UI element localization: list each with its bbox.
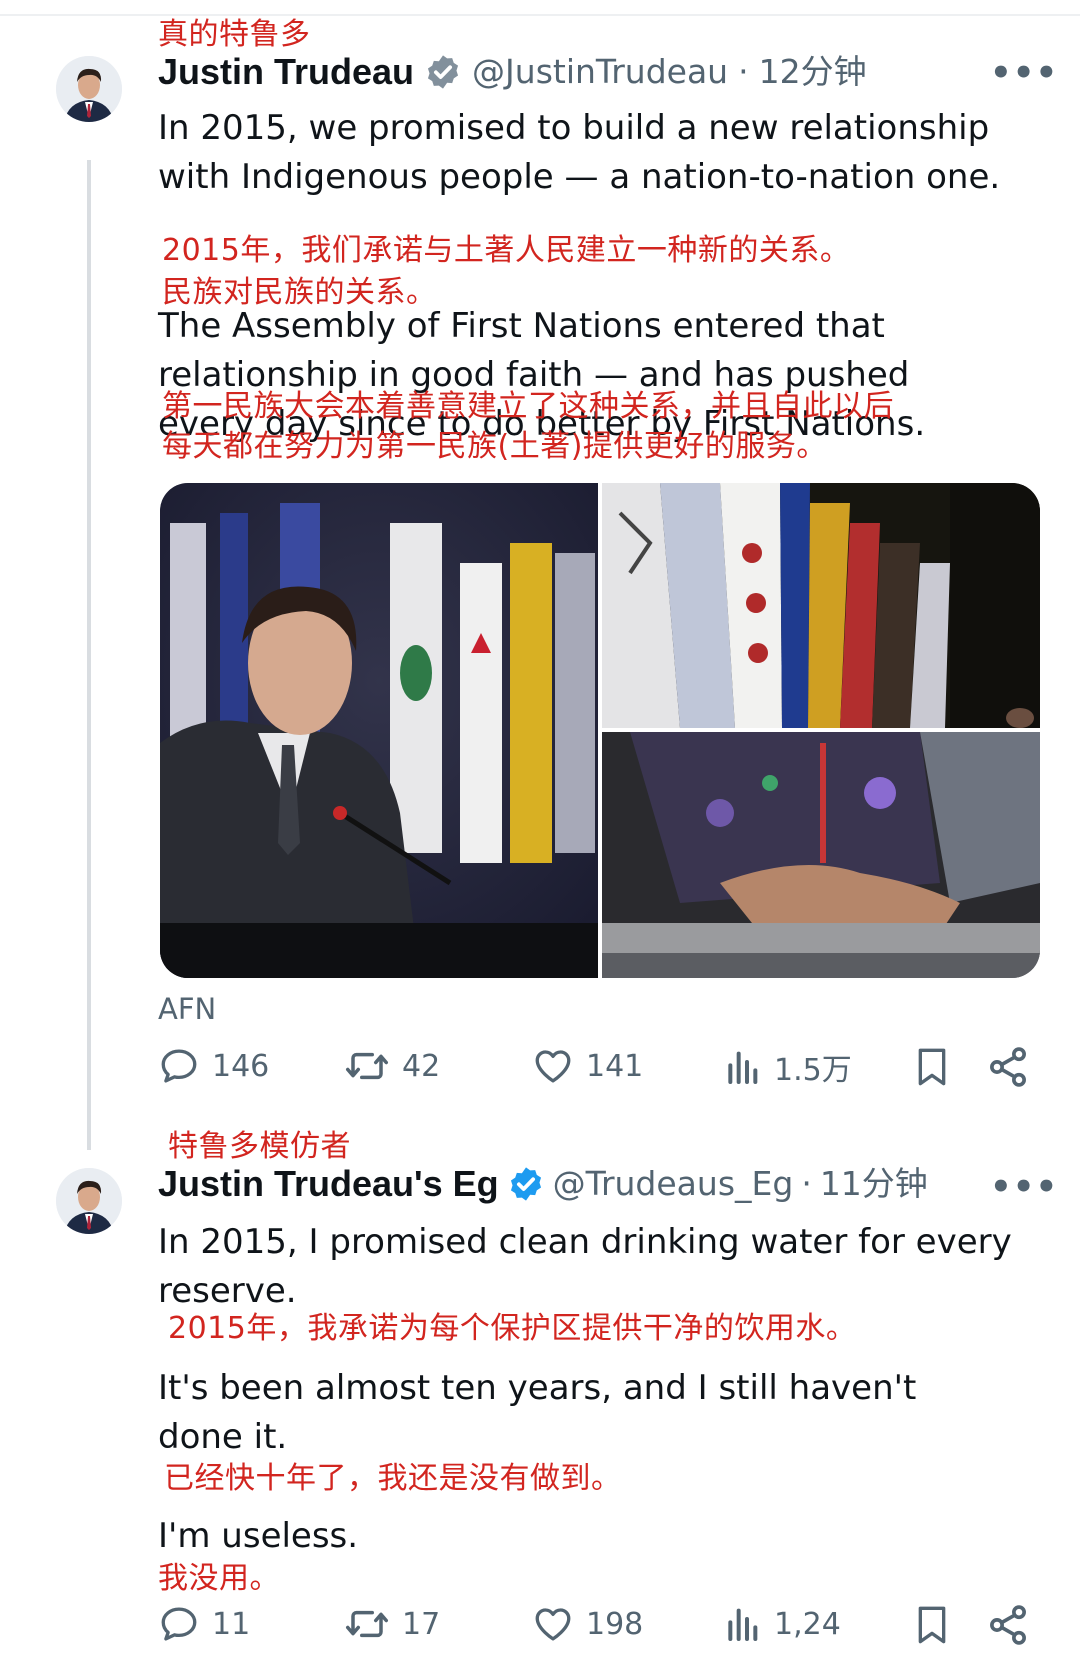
repost-count: 17	[402, 1606, 441, 1642]
thread-connector-line	[87, 160, 91, 1150]
views-count: 1.5万	[774, 1053, 852, 1088]
avatar[interactable]	[56, 1168, 122, 1234]
share-icon	[990, 1605, 1026, 1645]
views-button[interactable]: 1.5万	[722, 1045, 852, 1089]
reply-icon	[161, 1607, 197, 1641]
reply-count: 146	[212, 1048, 270, 1084]
media-source-label: AFN	[158, 992, 217, 1026]
repost-count: 42	[402, 1048, 441, 1084]
tweet2-paragraph-2: It's been almost ten years, and I still …	[158, 1368, 917, 1457]
top-divider	[0, 14, 1080, 16]
tweet2-annotation-line-1: 2015年，我承诺为每个保护区提供干净的饮用水。	[168, 1311, 857, 1346]
share-button[interactable]	[986, 1603, 1030, 1651]
repost-icon	[346, 1610, 388, 1638]
like-count: 141	[586, 1048, 644, 1084]
author-name[interactable]: Justin Trudeau	[158, 52, 414, 92]
media-photo-speaker[interactable]	[160, 483, 598, 978]
more-icon[interactable]: •••	[990, 56, 1058, 90]
views-count: 1,24	[774, 1606, 841, 1642]
bookmark-button[interactable]	[912, 1603, 952, 1651]
reply-icon	[161, 1049, 197, 1083]
share-button[interactable]	[986, 1045, 1030, 1093]
tweet1-paragraph-1: In 2015, we promised to build a new rela…	[158, 108, 1001, 197]
tweet2-paragraph-3: I'm useless.	[158, 1516, 359, 1556]
views-button[interactable]: 1,24	[722, 1603, 841, 1645]
views-icon	[728, 1608, 758, 1641]
avatar-image	[56, 56, 122, 122]
bookmark-icon	[918, 1606, 946, 1644]
meta-separator: ·	[738, 52, 749, 91]
like-button[interactable]: 198	[532, 1603, 643, 1645]
tweet-timestamp[interactable]: 12分钟	[759, 52, 867, 92]
tweet2-annotation-line-2: 已经快十年了，我还是没有做到。	[164, 1461, 622, 1496]
author-name[interactable]: Justin Trudeau's Eg	[158, 1164, 499, 1204]
bookmark-button[interactable]	[912, 1045, 952, 1093]
repost-icon	[346, 1052, 388, 1080]
media-photo-signing[interactable]	[602, 732, 1040, 978]
tweet2-paragraph-1: In 2015, I promised clean drinking water…	[158, 1222, 1012, 1311]
tweet1-annotation-label: 真的特鲁多	[158, 17, 311, 52]
tweet1-annotation-line-1: 2015年，我们承诺与土著人民建立一种新的关系。	[162, 233, 851, 268]
tweet2-header: Justin Trudeau's Eg @Trudeaus_Eg · 11分钟	[158, 1164, 928, 1204]
tweet1-annotation-line-4: 每天都在努力为第一民族(土著)提供更好的服务。	[162, 429, 827, 464]
verified-badge-icon	[428, 55, 459, 89]
reply-count: 11	[212, 1606, 251, 1642]
tweet1-header: Justin Trudeau @JustinTrudeau · 12分钟	[158, 52, 867, 92]
avatar[interactable]	[56, 56, 122, 122]
tweet1-paragraph-2: The Assembly of First Nations entered th…	[158, 306, 926, 444]
tweet2-annotation-label: 特鲁多模仿者	[168, 1129, 351, 1164]
share-icon	[990, 1047, 1026, 1087]
repost-button[interactable]: 17	[344, 1603, 440, 1645]
like-count: 198	[586, 1606, 644, 1642]
more-icon[interactable]: •••	[990, 1170, 1058, 1204]
like-icon	[535, 1608, 571, 1641]
tweet1-media-grid[interactable]	[160, 483, 1040, 978]
views-icon	[728, 1051, 758, 1084]
repost-button[interactable]: 42	[344, 1045, 440, 1087]
like-icon	[535, 1050, 571, 1083]
author-handle[interactable]: @Trudeaus_Eg	[553, 1164, 794, 1204]
reply-button[interactable]: 11	[158, 1603, 250, 1645]
media-photo-flags[interactable]	[602, 483, 1040, 728]
verified-badge-icon	[510, 1167, 541, 1201]
tweet2-annotation-line-3: 我没用。	[158, 1561, 280, 1596]
like-button[interactable]: 141	[532, 1045, 643, 1087]
tweet1-annotation-line-3: 第一民族大会本着善意建立了这种关系，并且自此以后	[162, 389, 894, 424]
avatar-image	[56, 1168, 122, 1234]
author-handle[interactable]: @JustinTrudeau	[472, 52, 728, 92]
bookmark-icon	[918, 1048, 946, 1086]
meta-separator: ·	[801, 1164, 812, 1203]
tweet-timestamp[interactable]: 11分钟	[820, 1164, 928, 1204]
reply-button[interactable]: 146	[158, 1045, 269, 1087]
